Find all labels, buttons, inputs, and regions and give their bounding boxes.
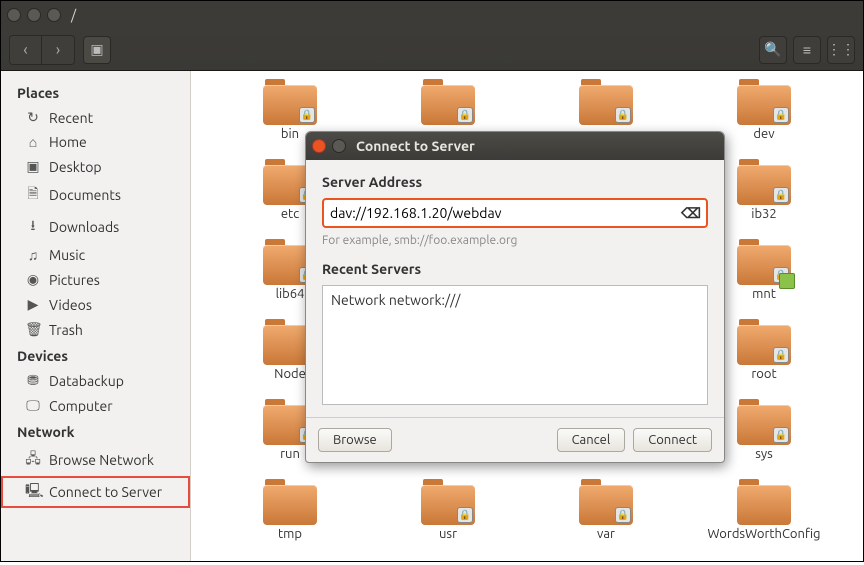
dialog-close-icon[interactable] bbox=[312, 139, 326, 153]
server-address-hint: For example, smb://foo.example.org bbox=[322, 234, 708, 247]
sidebar-item-label: Computer bbox=[49, 398, 113, 414]
folder-label: bin bbox=[281, 127, 299, 141]
home-icon: ⌂ bbox=[25, 134, 41, 150]
sidebar-item-label: Home bbox=[49, 134, 87, 150]
sidebar-item-label: Music bbox=[49, 247, 85, 263]
sidebar-item-label: Desktop bbox=[49, 159, 102, 175]
recent-servers-list[interactable]: Network network:/// bbox=[322, 285, 708, 405]
pictures-icon: ◉ bbox=[25, 271, 41, 288]
sidebar-item-documents[interactable]: 🗎 Documents bbox=[1, 179, 190, 211]
folder-tmp[interactable]: tmp bbox=[211, 485, 369, 565]
server-address-label: Server Address bbox=[322, 174, 708, 190]
sidebar-item-label: Documents bbox=[49, 187, 121, 203]
sidebar-item-label: Pictures bbox=[49, 272, 100, 288]
folder-label: usr bbox=[439, 527, 457, 541]
forward-button[interactable]: › bbox=[42, 36, 74, 64]
sidebar-item-label: Databackup bbox=[49, 373, 124, 389]
view-list-icon[interactable]: ≡ bbox=[793, 36, 821, 64]
view-grid-icon[interactable]: ⋮⋮ bbox=[827, 36, 855, 64]
window-titlebar: / bbox=[1, 1, 863, 29]
sidebar-item-computer[interactable]: 🖵 Computer bbox=[1, 393, 190, 418]
sidebar-head-network: Network bbox=[1, 418, 190, 444]
window-title: / bbox=[71, 7, 76, 23]
network-icon: 🖧 bbox=[25, 448, 41, 472]
sidebar-item-label: Connect to Server bbox=[49, 484, 162, 500]
sidebar-item-label: Downloads bbox=[49, 219, 119, 235]
cancel-button[interactable]: Cancel bbox=[557, 428, 626, 452]
folder-label: root bbox=[751, 367, 776, 381]
sidebar-item-recent[interactable]: ↻ Recent bbox=[1, 105, 190, 130]
sidebar-item-pictures[interactable]: ◉ Pictures bbox=[1, 267, 190, 292]
server-address-field-wrap: ⌫ bbox=[322, 198, 708, 228]
folder-label: dev bbox=[753, 127, 774, 141]
dialog-titlebar: Connect to Server bbox=[306, 132, 724, 160]
connect-to-server-dialog: Connect to Server Server Address ⌫ For e… bbox=[305, 131, 725, 463]
folder-label: mnt bbox=[752, 287, 776, 301]
sidebar-item-desktop[interactable]: ▣ Desktop bbox=[1, 154, 190, 179]
dialog-title: Connect to Server bbox=[356, 138, 475, 154]
desktop-icon: ▣ bbox=[25, 158, 41, 175]
sidebar-item-browse-network[interactable]: 🖧 Browse Network bbox=[1, 444, 190, 476]
minimize-icon[interactable] bbox=[27, 8, 41, 22]
sidebar-head-devices: Devices bbox=[1, 342, 190, 368]
music-icon: ♫ bbox=[25, 247, 41, 263]
lock-icon: 🔒 bbox=[299, 107, 315, 123]
folder-label: var bbox=[597, 527, 615, 541]
clear-icon[interactable]: ⌫ bbox=[682, 204, 700, 222]
folder-label: tmp bbox=[278, 527, 302, 541]
sidebar-item-databackup[interactable]: ⛃ Databackup bbox=[1, 368, 190, 393]
folder-label: sys bbox=[755, 447, 773, 461]
folder-wordsworthconfig[interactable]: WordsWorthConfig bbox=[685, 485, 843, 565]
sidebar-item-trash[interactable]: 🗑 Trash bbox=[1, 317, 190, 342]
sidebar: Places ↻ Recent ⌂ Home ▣ Desktop 🗎 Documents… bbox=[1, 71, 191, 561]
sidebar-item-label: Videos bbox=[49, 297, 92, 313]
computer-icon: 🖵 bbox=[25, 397, 41, 414]
sidebar-item-connect-server[interactable]: 🖳 Connect to Server bbox=[1, 476, 190, 508]
sidebar-item-videos[interactable]: ▶ Videos bbox=[1, 292, 190, 317]
maximize-icon[interactable] bbox=[47, 8, 61, 22]
folder-label: etc bbox=[281, 207, 299, 221]
folder-label: run bbox=[280, 447, 300, 461]
connect-button[interactable]: Connect bbox=[633, 428, 712, 452]
recent-server-item[interactable]: Network network:/// bbox=[331, 292, 699, 308]
browse-button[interactable]: Browse bbox=[318, 428, 392, 452]
folder-label: WordsWorthConfig bbox=[707, 527, 820, 541]
sidebar-head-places: Places bbox=[1, 79, 190, 105]
sidebar-item-label: Browse Network bbox=[49, 452, 154, 468]
drive-icon: ⛃ bbox=[25, 372, 41, 389]
search-icon[interactable]: 🔍 bbox=[759, 36, 787, 64]
folder-label: lib64 bbox=[276, 287, 305, 301]
downloads-icon: ⭳ bbox=[25, 215, 41, 239]
sidebar-item-label: Trash bbox=[49, 322, 83, 338]
dialog-minimize-icon[interactable] bbox=[332, 139, 346, 153]
server-address-input[interactable] bbox=[330, 205, 682, 221]
recent-icon: ↻ bbox=[25, 109, 41, 126]
folder-label: Node bbox=[274, 367, 306, 381]
folder-var[interactable]: 🔒var bbox=[527, 485, 685, 565]
close-icon[interactable] bbox=[7, 8, 21, 22]
sidebar-item-label: Recent bbox=[49, 110, 93, 126]
back-button[interactable]: ‹ bbox=[10, 36, 42, 64]
sidebar-item-home[interactable]: ⌂ Home bbox=[1, 130, 190, 154]
documents-icon: 🗎 bbox=[25, 183, 41, 207]
sidebar-item-music[interactable]: ♫ Music bbox=[1, 243, 190, 267]
recent-servers-label: Recent Servers bbox=[322, 261, 708, 277]
server-icon: 🖳 bbox=[25, 480, 41, 504]
path-root-button[interactable]: ▣ bbox=[83, 36, 111, 64]
folder-label: ib32 bbox=[751, 207, 776, 221]
folder-usr[interactable]: 🔒usr bbox=[369, 485, 527, 565]
videos-icon: ▶ bbox=[25, 296, 41, 313]
trash-icon: 🗑 bbox=[25, 321, 41, 338]
sidebar-item-downloads[interactable]: ⭳ Downloads bbox=[1, 211, 190, 243]
toolbar: ‹ › ▣ 🔍 ≡ ⋮⋮ bbox=[1, 29, 863, 71]
